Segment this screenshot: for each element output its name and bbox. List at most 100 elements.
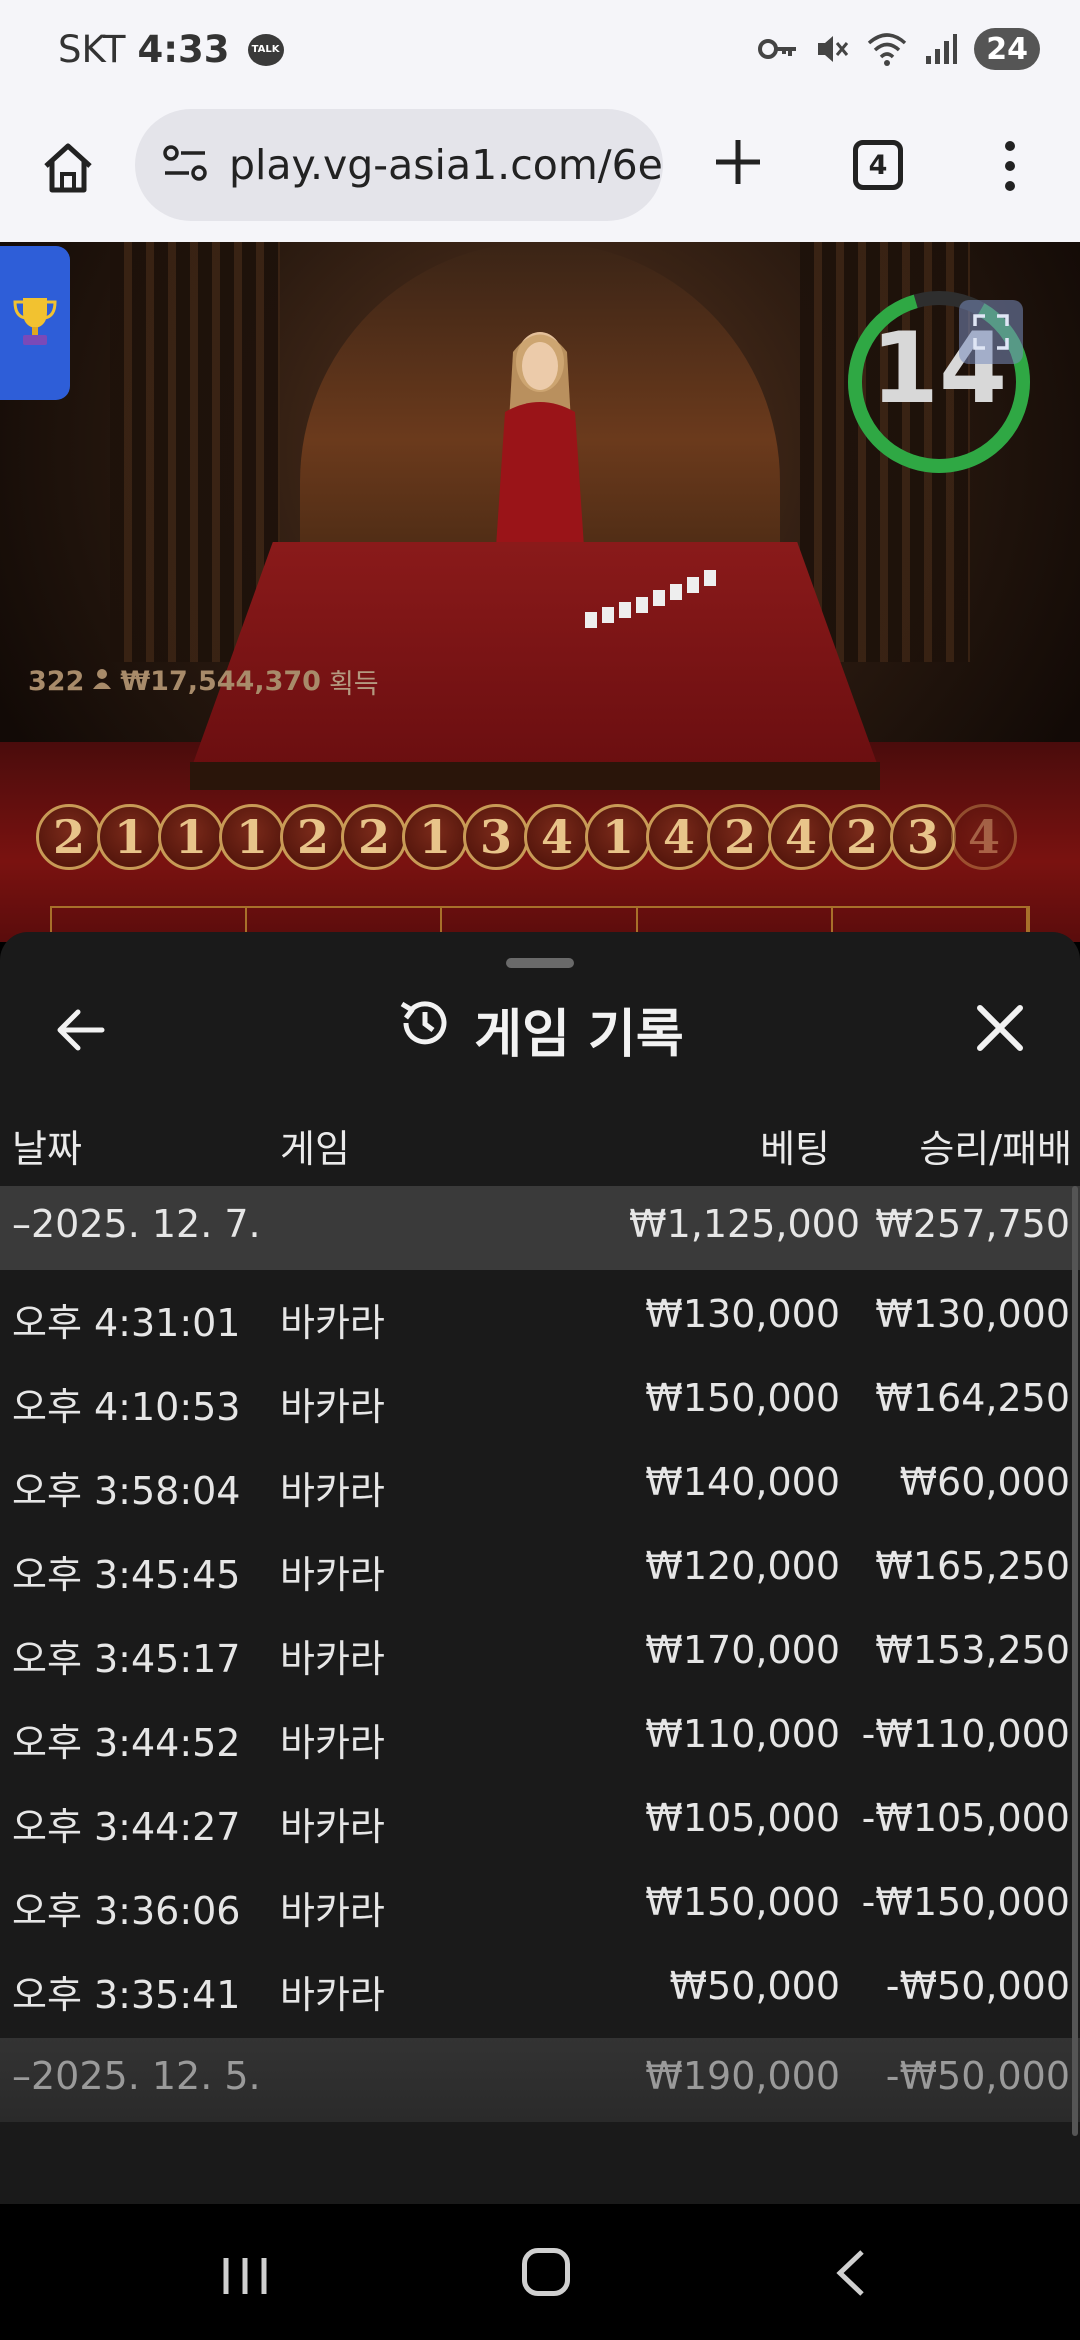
row-bet: ₩170,000 <box>645 1628 840 1672</box>
row-game: 바카라 <box>280 1805 385 1849</box>
home-icon[interactable] <box>38 138 98 198</box>
road-bead: 4 <box>524 804 590 870</box>
row-time: 오후 3:44:52 <box>12 1721 241 1765</box>
row-game: 바카라 <box>280 1553 385 1597</box>
signal-icon <box>924 32 958 66</box>
browser-toolbar: play.vg-asia1.com/6e 4 <box>0 102 1080 242</box>
row-game: 바카라 <box>280 1385 385 1429</box>
wifi-icon <box>866 31 908 67</box>
road-bead: 2 <box>341 804 407 870</box>
column-header-date[interactable]: 날짜 <box>12 1118 82 1173</box>
players-and-winnings: 322 ₩17,544,370 획득 <box>28 662 379 701</box>
row-time: 오후 3:45:45 <box>12 1553 241 1597</box>
new-tab-icon[interactable] <box>708 132 768 192</box>
road-bead: 2 <box>280 804 346 870</box>
row-bet: ₩105,000 <box>645 1796 840 1840</box>
total-winnings: ₩17,544,370 <box>120 666 321 697</box>
url-text[interactable]: play.vg-asia1.com/6e <box>229 141 663 189</box>
battery-indicator: 24 <box>974 28 1040 70</box>
row-result: ₩130,000 <box>875 1292 1070 1336</box>
road-bead: 1 <box>585 804 651 870</box>
row-result: ₩164,250 <box>875 1376 1070 1420</box>
row-game: 바카라 <box>280 1973 385 2017</box>
sheet-title: 게임 기록 <box>0 992 1080 1067</box>
road-bead: 1 <box>402 804 468 870</box>
carrier-label: SKT <box>58 28 126 71</box>
system-nav-bar <box>0 2204 1080 2340</box>
dealer-figure <box>495 332 585 562</box>
table-row[interactable]: 오후 3:44:27 바카라 ₩105,000 -₩105,000 <box>0 1780 1080 1864</box>
row-bet: ₩150,000 <box>645 1376 840 1420</box>
row-game: 바카라 <box>280 1721 385 1765</box>
table-row[interactable]: 오후 3:44:52 바카라 ₩110,000 -₩110,000 <box>0 1696 1080 1780</box>
date-group-row[interactable]: –2025. 12. 5. ₩190,000 -₩50,000 <box>0 2038 1080 2122</box>
row-bet: ₩110,000 <box>645 1712 840 1756</box>
address-bar[interactable]: play.vg-asia1.com/6e <box>135 109 663 221</box>
row-time: 오후 3:35:41 <box>12 1973 241 2017</box>
group-date: –2025. 12. 7. <box>12 1202 261 1246</box>
table-row[interactable]: 오후 3:45:45 바카라 ₩120,000 ₩165,250 <box>0 1528 1080 1612</box>
status-bar: SKT 4:33 TALK 24 <box>0 0 1080 102</box>
key-icon <box>758 34 798 64</box>
row-result: -₩150,000 <box>861 1880 1070 1924</box>
date-group-row[interactable]: –2025. 12. 7. ₩1,125,000 ₩257,750 <box>0 1186 1080 1270</box>
row-bet: ₩50,000 <box>669 1964 840 2008</box>
tab-count: 4 <box>868 149 888 181</box>
column-header-game[interactable]: 게임 <box>280 1118 350 1173</box>
row-result: -₩110,000 <box>861 1712 1070 1756</box>
home-nav-icon[interactable] <box>522 2248 570 2296</box>
status-left: SKT 4:33 TALK <box>58 28 284 71</box>
tabs-icon[interactable]: 4 <box>853 140 903 190</box>
kakaotalk-notification-icon: TALK <box>247 33 284 66</box>
game-history-sheet: 게임 기록 날짜 게임 베팅 승리/패배 –2025. 12. 7. ₩1,12… <box>0 932 1080 2204</box>
group-bet-total: ₩190,000 <box>645 2054 840 2098</box>
row-time: 오후 3:45:17 <box>12 1637 241 1681</box>
back-nav-icon[interactable] <box>830 2248 870 2302</box>
group-date: –2025. 12. 5. <box>12 2054 261 2098</box>
road-bead: 1 <box>97 804 163 870</box>
row-bet: ₩130,000 <box>645 1292 840 1336</box>
road-bead: 4 <box>646 804 712 870</box>
table-row[interactable]: 오후 4:31:01 바카라 ₩130,000 ₩130,000 <box>0 1276 1080 1360</box>
row-result: ₩153,250 <box>875 1628 1070 1672</box>
recent-apps-icon[interactable] <box>220 2254 270 2302</box>
row-bet: ₩150,000 <box>645 1880 840 1924</box>
row-time: 오후 3:36:06 <box>12 1889 241 1933</box>
column-header-result[interactable]: 승리/패배 <box>919 1118 1072 1173</box>
row-time: 오후 4:31:01 <box>12 1301 241 1345</box>
row-time: 오후 3:58:04 <box>12 1469 241 1513</box>
mute-icon <box>814 31 850 67</box>
table-row[interactable]: 오후 3:45:17 바카라 ₩170,000 ₩153,250 <box>0 1612 1080 1696</box>
road-bead: 4 <box>768 804 834 870</box>
trophy-tab[interactable] <box>0 246 70 400</box>
fullscreen-icon[interactable] <box>959 300 1023 364</box>
road-bead: 3 <box>463 804 529 870</box>
scrollbar[interactable] <box>1072 1186 1078 2136</box>
row-game: 바카라 <box>280 1889 385 1933</box>
group-bet-total: ₩1,125,000 <box>629 1202 860 1246</box>
drag-handle[interactable] <box>506 958 574 968</box>
history-icon <box>396 994 454 1065</box>
table-row[interactable]: 오후 3:36:06 바카라 ₩150,000 -₩150,000 <box>0 1864 1080 1948</box>
table-row[interactable]: 오후 4:10:53 바카라 ₩150,000 ₩164,250 <box>0 1360 1080 1444</box>
row-time: 오후 4:10:53 <box>12 1385 241 1429</box>
table-row[interactable]: 오후 3:58:04 바카라 ₩140,000 ₩60,000 <box>0 1444 1080 1528</box>
row-game: 바카라 <box>280 1301 385 1345</box>
table-rim <box>190 762 880 790</box>
road-bead: 2 <box>829 804 895 870</box>
close-icon[interactable] <box>970 998 1030 1058</box>
group-result-total: ₩257,750 <box>875 1202 1070 1246</box>
live-game-video[interactable]: 14 322 ₩17,544,370 획득 2111221341424234 <box>0 242 1080 942</box>
road-bead: 1 <box>158 804 224 870</box>
site-settings-icon[interactable] <box>163 143 207 187</box>
menu-icon[interactable] <box>995 136 1025 196</box>
road-bead: 2 <box>707 804 773 870</box>
player-count: 322 <box>28 666 85 697</box>
road-bead: 1 <box>219 804 285 870</box>
column-header-bet[interactable]: 베팅 <box>760 1118 830 1173</box>
bead-road: 2111221341424234 <box>36 804 1017 870</box>
table-row[interactable]: 오후 3:35:41 바카라 ₩50,000 -₩50,000 <box>0 1948 1080 2032</box>
trophy-icon <box>11 294 59 352</box>
row-result: ₩165,250 <box>875 1544 1070 1588</box>
road-bead: 2 <box>36 804 102 870</box>
